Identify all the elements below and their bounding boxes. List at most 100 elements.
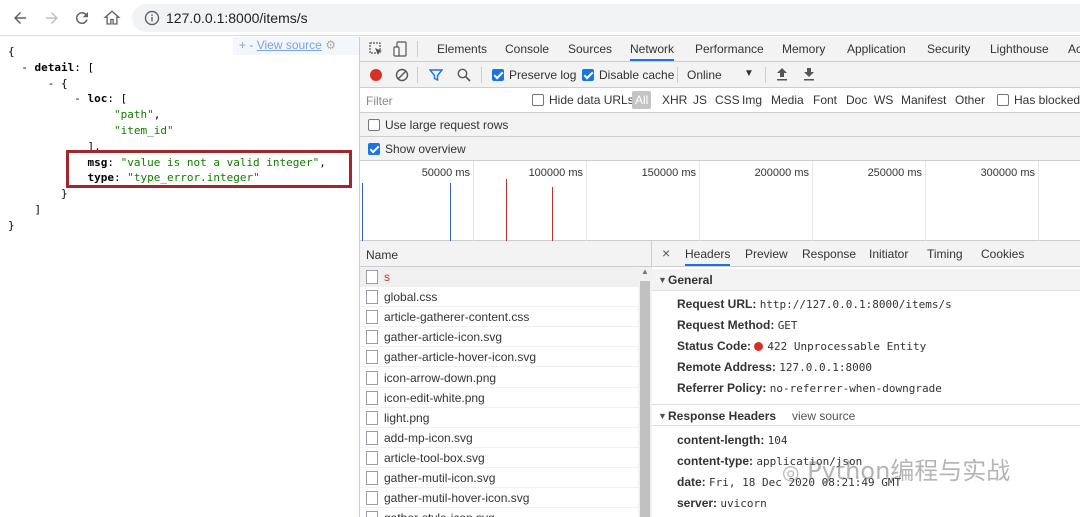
tab-memory[interactable]: Memory xyxy=(782,37,825,61)
remote-address-row: Remote Address: 127.0.0.1:8000 xyxy=(677,360,872,375)
details-tab-initiator[interactable]: Initiator xyxy=(869,242,908,266)
filter-type-font[interactable]: Font xyxy=(813,93,837,107)
json-punct: ] xyxy=(34,203,42,216)
request-list-scrollbar[interactable]: ▲ xyxy=(638,267,652,517)
json-punct: : [ xyxy=(74,60,95,74)
tab-performance[interactable]: Performance xyxy=(695,37,764,61)
request-row[interactable]: light.png xyxy=(360,408,638,428)
tab-security[interactable]: Security xyxy=(927,37,970,61)
filter-type-xhr[interactable]: XHR xyxy=(662,93,687,107)
request-url-row: Request URL: http://127.0.0.1:8000/items… xyxy=(677,297,952,312)
timeline-mark xyxy=(552,187,553,241)
home-icon[interactable] xyxy=(100,6,124,30)
header-value: no-referrer-when-downgrade xyxy=(769,382,942,395)
show-overview-checkbox[interactable] xyxy=(368,143,380,155)
timeline-tick-label: 200000 ms xyxy=(754,167,809,179)
disable-cache-checkbox[interactable] xyxy=(582,69,594,81)
response-headers-section-header[interactable]: ▼ Response Headers view source xyxy=(652,404,1080,426)
address-bar[interactable]: 127.0.0.1:8000/items/s xyxy=(132,4,1080,32)
view-source-link[interactable]: View source xyxy=(257,38,322,52)
details-tab-preview[interactable]: Preview xyxy=(745,242,788,266)
has-blocked-checkbox[interactable] xyxy=(997,94,1009,106)
header-key: content-length: xyxy=(677,433,765,447)
request-row[interactable]: article-tool-box.svg xyxy=(360,448,638,468)
name-column-header[interactable]: Name xyxy=(366,248,398,262)
inspect-element-icon[interactable] xyxy=(369,42,383,56)
json-punct[interactable]: - xyxy=(21,61,34,74)
tab-lighthouse[interactable]: Lighthouse xyxy=(990,37,1049,61)
json-punct[interactable]: - xyxy=(74,92,87,105)
request-row[interactable]: icon-edit-white.png xyxy=(360,388,638,408)
record-icon[interactable] xyxy=(369,68,383,82)
filter-input[interactable]: Filter xyxy=(362,91,520,110)
filter-type-manifest[interactable]: Manifest xyxy=(901,93,946,107)
timeline-tick-label: 50000 ms xyxy=(421,167,470,179)
filter-type-js[interactable]: JS xyxy=(693,93,707,107)
filter-type-css[interactable]: CSS xyxy=(715,93,740,107)
header-key: content-type: xyxy=(677,454,753,468)
scroll-up-icon[interactable]: ▲ xyxy=(641,267,649,276)
disable-cache-label: Disable cache xyxy=(599,68,675,82)
json-punct: } xyxy=(60,187,68,201)
scroll-thumb[interactable] xyxy=(640,281,650,517)
request-row[interactable]: gather-article-hover-icon.svg xyxy=(360,347,638,368)
throttling-select[interactable]: Online xyxy=(687,68,722,82)
filter-type-img[interactable]: Img xyxy=(742,93,762,107)
import-har-icon[interactable] xyxy=(776,67,788,81)
request-row[interactable]: gather-mutil-icon.svg xyxy=(360,468,638,488)
gear-icon[interactable]: ⚙ xyxy=(325,38,336,52)
details-tab-timing[interactable]: Timing xyxy=(927,242,963,266)
details-tab-response[interactable]: Response xyxy=(802,242,856,266)
general-section-header[interactable]: ▼ General xyxy=(652,269,1080,291)
back-arrow-icon[interactable] xyxy=(8,6,32,30)
tab-elements[interactable]: Elements xyxy=(437,37,487,61)
request-row[interactable]: gather-mutil-hover-icon.svg xyxy=(360,488,638,509)
chevron-down-icon[interactable]: ▼ xyxy=(744,67,754,81)
info-icon[interactable] xyxy=(144,10,160,26)
reload-icon[interactable] xyxy=(70,6,94,30)
request-row[interactable]: gather-article-icon.svg xyxy=(360,327,638,348)
tab-console[interactable]: Console xyxy=(505,37,549,61)
large-rows-checkbox[interactable] xyxy=(368,119,380,131)
clear-icon[interactable] xyxy=(395,68,409,82)
tab-network[interactable]: Network xyxy=(630,37,675,61)
hide-data-urls-checkbox[interactable] xyxy=(532,94,544,106)
request-row[interactable]: gather-style-icon.svg xyxy=(360,508,638,517)
close-icon[interactable]: × xyxy=(662,246,670,260)
filter-row: Filter Hide data URLs All XHR JS CSS Img Med… xyxy=(360,88,1080,113)
filter-type-media[interactable]: Media xyxy=(771,93,804,107)
request-row[interactable]: icon-arrow-down.png xyxy=(360,368,638,388)
large-rows-option: Use large request rows xyxy=(360,113,1080,137)
request-row[interactable]: global.css xyxy=(360,287,638,308)
json-punct[interactable]: - { xyxy=(48,77,68,90)
request-name: add-mp-icon.svg xyxy=(384,430,473,445)
tab-sources[interactable]: Sources xyxy=(568,37,612,61)
tab-ac[interactable]: Ac xyxy=(1068,37,1080,61)
details-tab-cookies[interactable]: Cookies xyxy=(981,242,1024,266)
tab-application[interactable]: Application xyxy=(847,37,906,61)
search-icon[interactable] xyxy=(457,68,471,82)
triangle-down-icon: ▼ xyxy=(658,275,667,285)
request-row[interactable]: s xyxy=(360,267,638,287)
filter-type-doc[interactable]: Doc xyxy=(846,93,867,107)
expand-collapse-links[interactable]: + - xyxy=(239,38,253,52)
device-toolbar-icon[interactable] xyxy=(393,41,407,57)
filter-type-ws[interactable]: WS xyxy=(874,93,893,107)
network-overview-timeline[interactable]: 50000 ms 100000 ms 150000 ms 200000 ms 25000… xyxy=(360,161,1080,241)
header-value: 422 Unprocessable Entity xyxy=(767,340,927,353)
triangle-down-icon: ▼ xyxy=(658,411,667,421)
json-line: } xyxy=(8,219,15,233)
filter-type-other[interactable]: Other xyxy=(955,93,985,107)
preserve-log-checkbox[interactable] xyxy=(492,69,504,81)
url-text[interactable]: 127.0.0.1:8000/items/s xyxy=(166,10,308,26)
view-source-link[interactable]: view source xyxy=(792,405,855,427)
export-har-icon[interactable] xyxy=(803,67,815,81)
filter-funnel-icon[interactable] xyxy=(429,68,443,82)
request-row[interactable]: article-gatherer-content.css xyxy=(360,307,638,328)
timeline-mark xyxy=(506,179,507,241)
forward-arrow-icon[interactable] xyxy=(40,6,64,30)
details-tab-headers[interactable]: Headers xyxy=(685,242,731,266)
timeline-gridline xyxy=(925,161,926,241)
filter-all-button[interactable]: All xyxy=(632,91,652,109)
request-row[interactable]: add-mp-icon.svg xyxy=(360,428,638,448)
